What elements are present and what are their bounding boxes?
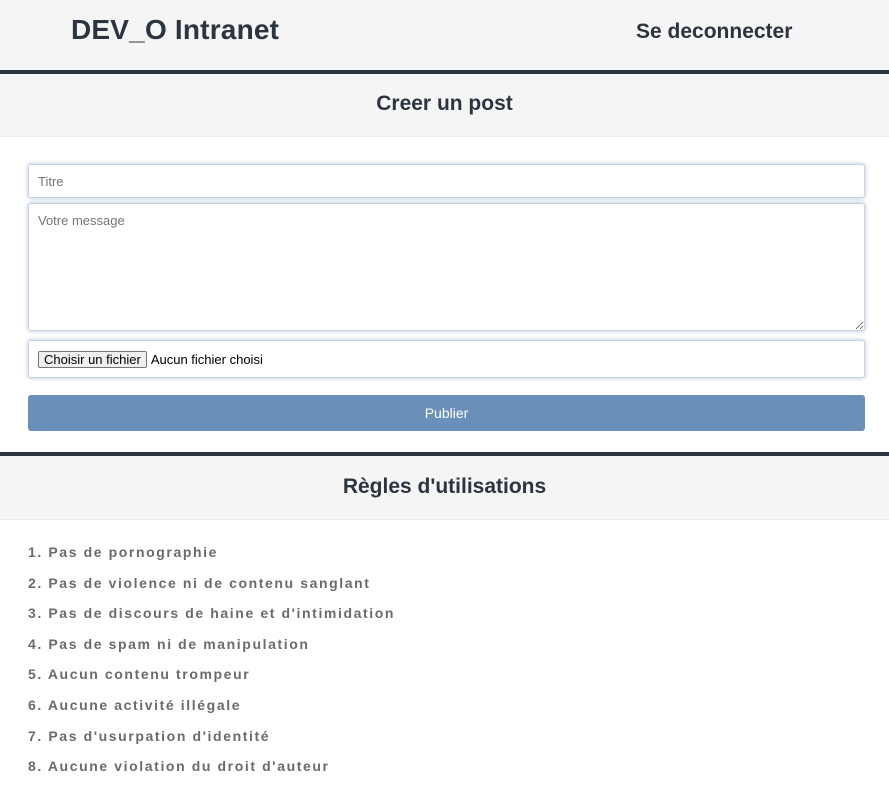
- rule-item: 7. Pas d'usurpation d'identité: [28, 727, 271, 744]
- rule-item: 6. Aucune activité illégale: [28, 696, 242, 713]
- rule-item: 3. Pas de discours de haine et d'intimid…: [28, 605, 396, 622]
- post-message-textarea[interactable]: [28, 203, 865, 331]
- create-post-heading: Creer un post: [0, 74, 889, 137]
- rule-item: 4. Pas de spam ni de manipulation: [28, 635, 310, 652]
- logout-link[interactable]: Se deconnecter: [636, 20, 792, 44]
- post-title-input[interactable]: [28, 164, 865, 198]
- top-navbar: DEV_O Intranet Se deconnecter: [0, 0, 889, 74]
- rules-heading: Règles d'utilisations: [0, 456, 889, 520]
- rules-list: 1. Pas de pornographie 2. Pas de violenc…: [28, 542, 395, 787]
- site-brand[interactable]: DEV_O Intranet: [71, 14, 279, 46]
- rule-item: 5. Aucun contenu trompeur: [28, 666, 251, 683]
- rule-item: 1. Pas de pornographie: [28, 544, 219, 560]
- file-status-text: Aucun fichier choisi: [150, 351, 263, 367]
- file-upload-field: Choisir un fichier Aucun fichier choisi: [28, 340, 865, 378]
- publish-button[interactable]: Publier: [28, 395, 865, 431]
- rule-item: 2. Pas de violence ni de contenu sanglan…: [28, 574, 371, 591]
- rule-item: 8. Aucune violation du droit d'auteur: [28, 758, 330, 775]
- choose-file-button[interactable]: Choisir un fichier: [38, 350, 147, 368]
